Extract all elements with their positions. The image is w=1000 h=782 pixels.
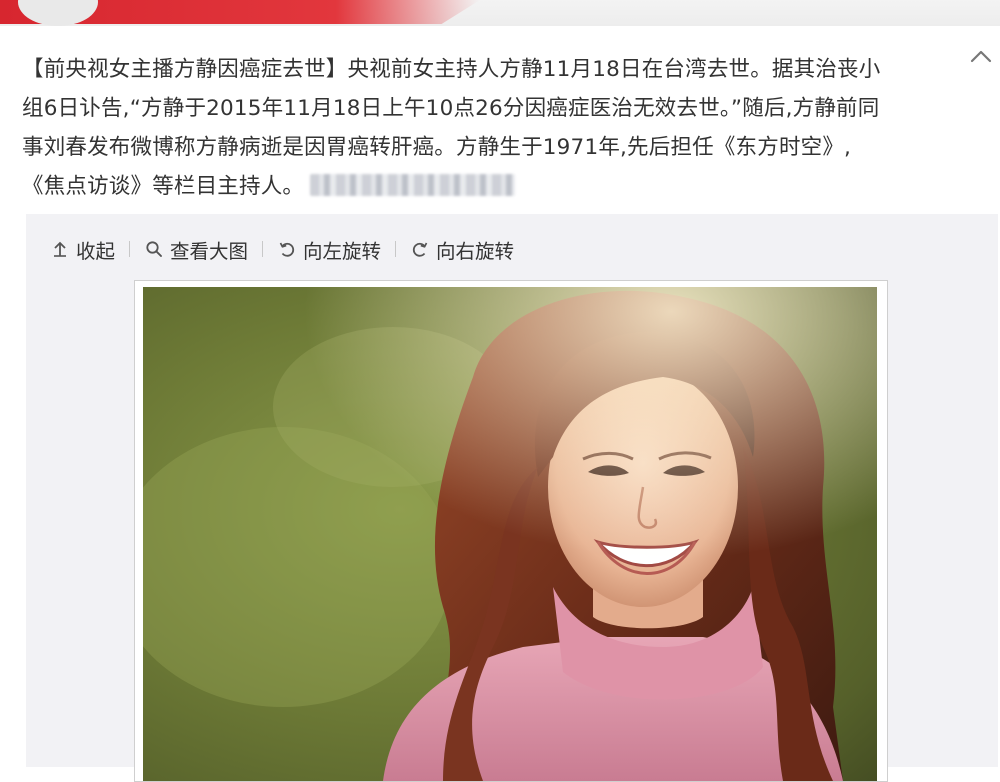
collapse-button[interactable]: 收起 (50, 235, 115, 264)
post-text: 【前央视女主播方静因癌症去世】央视前女主持人方静11月18日在台湾去世。据其治丧… (22, 50, 962, 206)
view-large-button[interactable]: 查看大图 (144, 235, 248, 264)
rotate-left-icon (277, 239, 297, 259)
photo-frame (134, 280, 888, 782)
media-box: 收起 查看大图 向左旋转 向右旋转 (26, 214, 998, 782)
portrait-photo[interactable] (143, 287, 877, 781)
rotate-left-label: 向左旋转 (303, 239, 382, 263)
collapse-up-arrow-icon (50, 239, 70, 259)
post-text-line-last: 《焦点访谈》等栏目主持人。 (22, 167, 962, 206)
magnifier-icon (144, 239, 164, 259)
rotate-left-button[interactable]: 向左旋转 (277, 235, 381, 264)
chevron-up-icon[interactable] (968, 46, 994, 66)
blurred-source-tag (310, 174, 516, 196)
collapse-label: 收起 (76, 239, 116, 263)
weibo-post-card: 【前央视女主播方静因癌症去世】央视前女主持人方静11月18日在台湾去世。据其治丧… (0, 26, 1000, 782)
post-text-line: 组6日讣告,“方静于2015年11月18日上午10点26分因癌症医治无效去世。”… (22, 96, 880, 121)
toolbar-divider (395, 241, 397, 257)
view-large-label: 查看大图 (170, 239, 249, 263)
portrait-illustration (143, 287, 877, 781)
rotate-right-label: 向右旋转 (436, 239, 515, 263)
rotate-right-icon (410, 239, 430, 259)
toolbar-divider (262, 241, 264, 257)
toolbar-divider (129, 241, 131, 257)
media-toolbar: 收起 查看大图 向左旋转 向右旋转 (50, 235, 514, 264)
post-text-line-content: 《焦点访谈》等栏目主持人。 (22, 174, 305, 199)
post-text-line: 事刘春发布微博称方静病逝是因胃癌转肝癌。方静生于1971年,先后担任《东方时空》… (22, 135, 852, 160)
rotate-right-button[interactable]: 向右旋转 (410, 235, 514, 264)
post-text-line: 【前央视女主播方静因癌症去世】央视前女主持人方静11月18日在台湾去世。据其治丧… (22, 57, 881, 82)
